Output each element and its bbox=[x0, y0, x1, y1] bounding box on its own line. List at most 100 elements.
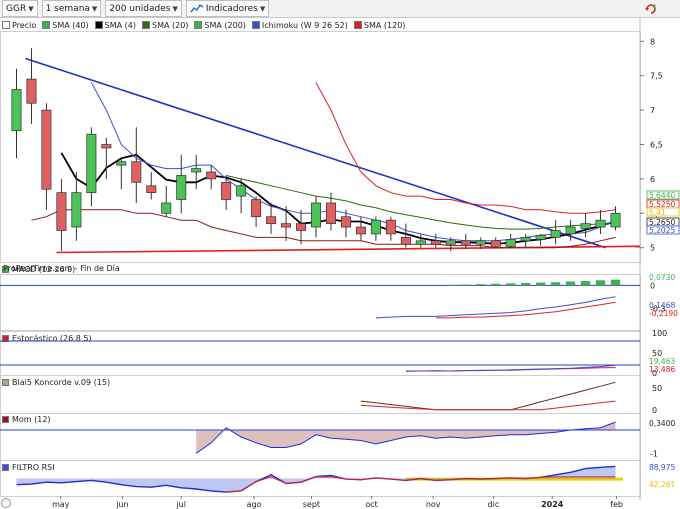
candle-body bbox=[101, 144, 112, 149]
macd-signal-line bbox=[435, 301, 616, 319]
candle-body bbox=[370, 219, 381, 235]
legend-label: SMA (120) bbox=[363, 20, 406, 30]
blai-tick-label: 50 bbox=[652, 384, 662, 393]
macd-bar bbox=[491, 283, 501, 286]
macd-line bbox=[375, 296, 616, 319]
indicators-icon bbox=[190, 3, 204, 12]
chevron-down-icon: ▼ bbox=[259, 4, 266, 13]
candle-body bbox=[565, 226, 576, 235]
legend-label: Precio bbox=[12, 20, 37, 30]
rsi-label: FILTRO RSI bbox=[2, 462, 58, 473]
legend-item[interactable]: SMA (4) bbox=[94, 20, 136, 30]
stoch-swatch bbox=[2, 335, 9, 342]
panel-frame bbox=[0, 460, 641, 497]
price-tag: 5,5250 bbox=[649, 200, 675, 209]
macd-bar bbox=[535, 282, 546, 286]
legend-swatch bbox=[42, 21, 51, 29]
legend-item[interactable]: SMA (20) bbox=[141, 21, 188, 30]
toolbar: GGR ▼ 1 semana ▼ 200 unidades ▼ Indicado… bbox=[0, 0, 680, 18]
candle-body bbox=[400, 237, 411, 245]
candle-body bbox=[475, 240, 486, 245]
x-tick-label: oct bbox=[365, 500, 377, 509]
stoch-tick-label: 50 bbox=[652, 349, 662, 358]
blai-tick-label: 0 bbox=[652, 406, 657, 415]
rsi-tag: 88,975 bbox=[649, 463, 675, 472]
macd-bar bbox=[461, 284, 471, 286]
candle-body bbox=[236, 185, 247, 197]
candle-body bbox=[221, 181, 232, 200]
price-tag-box bbox=[646, 207, 680, 217]
candle-body bbox=[251, 199, 262, 218]
series-line bbox=[90, 82, 616, 242]
candle-body bbox=[520, 237, 531, 242]
legend-item[interactable]: SMA (40) bbox=[42, 21, 89, 30]
candle-body bbox=[340, 216, 351, 228]
series-line bbox=[225, 175, 616, 230]
macd-bar bbox=[580, 281, 591, 286]
x-tick-label: jul bbox=[175, 500, 186, 509]
macd-bar bbox=[476, 284, 486, 286]
refresh-icon[interactable] bbox=[644, 2, 658, 16]
candle-body bbox=[550, 230, 561, 238]
candle-body bbox=[430, 240, 441, 245]
legend-item[interactable]: SMA (200) bbox=[194, 21, 246, 30]
candle-body bbox=[445, 240, 456, 245]
legend-item[interactable]: Ichimoku (W 9 26 52) bbox=[251, 20, 348, 30]
candle-body bbox=[580, 223, 591, 229]
price-tick-label: 8 bbox=[650, 37, 655, 46]
stoch-label: Estocástico (26 8 5) bbox=[2, 333, 95, 344]
candle-body bbox=[116, 161, 127, 166]
mom-tag: 0,3400 bbox=[649, 419, 675, 428]
macd-label: MACD (12 26 9) bbox=[2, 264, 79, 275]
legend-label: SMA (200) bbox=[204, 20, 246, 30]
candle-body bbox=[56, 192, 67, 231]
units-selector[interactable]: 200 unidades ▼ bbox=[105, 0, 182, 17]
legend-label: SMA (4) bbox=[104, 20, 136, 30]
candle-body bbox=[176, 175, 187, 200]
candle-body bbox=[191, 168, 202, 173]
mom-area bbox=[196, 422, 616, 454]
legend-item[interactable]: Precio bbox=[2, 21, 36, 30]
macd-bar bbox=[506, 283, 516, 286]
x-tick-label: may bbox=[52, 500, 70, 509]
x-tick-label: jun bbox=[115, 500, 128, 509]
stoch-title: Estocástico (26 8 5) bbox=[12, 334, 92, 343]
price-tag-box bbox=[646, 217, 680, 227]
x-tick-label: feb bbox=[610, 500, 623, 509]
symbol-selector[interactable]: GGR ▼ bbox=[2, 0, 38, 17]
stoch-tag: 13,486 bbox=[649, 365, 675, 374]
panel-frame bbox=[0, 331, 641, 376]
price-tick-label: 5,5 bbox=[650, 209, 663, 218]
blai-line bbox=[360, 381, 616, 411]
candle-body bbox=[206, 171, 217, 180]
legend-swatch bbox=[194, 21, 203, 29]
chevron-down-icon: ▼ bbox=[172, 4, 178, 13]
period-selector[interactable]: 1 semana ▼ bbox=[41, 0, 102, 17]
macd-bar bbox=[595, 280, 606, 286]
macd-tag: -0,2190 bbox=[649, 309, 678, 318]
series-line bbox=[31, 209, 616, 249]
rsi-line bbox=[16, 465, 616, 493]
legend-item[interactable]: SMA (120) bbox=[353, 20, 406, 30]
macd-bar bbox=[610, 279, 621, 286]
chevron-down-icon: ▼ bbox=[28, 4, 34, 13]
stoch-tick-label: 100 bbox=[652, 329, 667, 338]
price-tag-box bbox=[646, 190, 680, 200]
candle-body bbox=[26, 78, 37, 104]
legend-label: Ichimoku (W 9 26 52) bbox=[261, 20, 348, 30]
stoch-tick-label: 0 bbox=[652, 369, 657, 378]
trendline-descending bbox=[25, 57, 606, 249]
legend-swatch bbox=[251, 21, 260, 29]
candle-body bbox=[146, 185, 157, 194]
blai-line bbox=[360, 400, 616, 411]
candle-body bbox=[161, 202, 172, 214]
panel-frame bbox=[0, 31, 641, 263]
stoch-d-line bbox=[405, 367, 616, 372]
indicators-button[interactable]: Indicadores ▼ bbox=[185, 0, 270, 17]
macd-tick-label: -0,3 bbox=[650, 305, 666, 314]
units-label: 200 unidades bbox=[109, 3, 171, 14]
candle-body bbox=[610, 212, 621, 228]
price-tick-label: 6,5 bbox=[650, 141, 663, 150]
candle-body bbox=[11, 89, 22, 132]
candle-body bbox=[41, 109, 52, 190]
